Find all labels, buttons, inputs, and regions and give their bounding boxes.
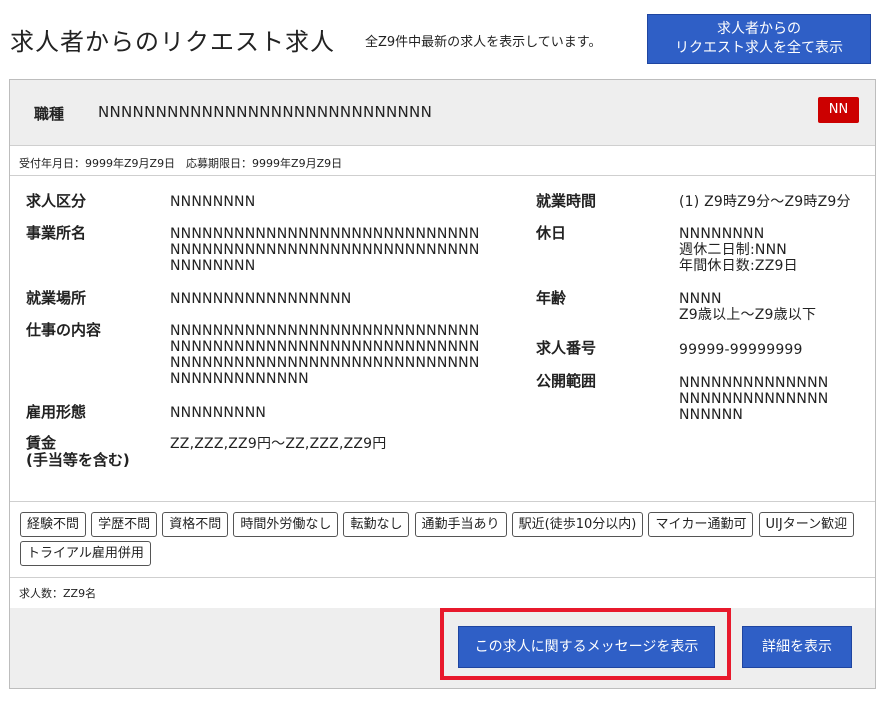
job-card: 職種 NNNNNNNNNNNNNNNNNNNNNNNNNNNNN NN 受付年月… <box>9 79 876 689</box>
occupation-label: 職種 <box>34 105 65 123</box>
feature-tags: 経験不問 学歴不問 資格不問 時間外労働なし 転勤なし 通勤手当あり 駅近(徒歩… <box>20 512 865 570</box>
show-messages-button[interactable]: この求人に関するメッセージを表示 <box>458 626 715 668</box>
office-label: 事業所名 <box>26 224 87 242</box>
workplace-label: 就業場所 <box>26 289 87 307</box>
divider <box>10 577 875 578</box>
tag: 学歴不問 <box>91 512 158 537</box>
tag: 資格不問 <box>162 512 229 537</box>
card-footer: この求人に関するメッセージを表示 詳細を表示 <box>10 608 875 688</box>
work-hours-value: (1) Z9時Z9分～Z9時Z9分 <box>679 194 851 210</box>
show-all-line1: 求人者からの <box>717 21 801 37</box>
work-hours-label: 就業時間 <box>536 192 597 210</box>
holiday-value: NNNNNNNN 週休二日制:NNN 年間休日数:ZZ9日 <box>679 226 798 274</box>
show-all-requests-button[interactable]: 求人者からの リクエスト求人を全て表示 <box>647 14 871 64</box>
tag: トライアル雇用併用 <box>20 541 151 566</box>
wage-label: 賃金 (手当等を含む) <box>26 435 130 469</box>
workplace-value: NNNNNNNNNNNNNNNNN <box>170 291 352 307</box>
job-number-value: 99999-99999999 <box>679 342 803 358</box>
page-title: 求人者からのリクエスト求人 <box>10 28 335 56</box>
job-content-value: NNNNNNNNNNNNNNNNNNNNNNNNNNNNN NNNNNNNNNN… <box>170 323 480 387</box>
employment-type-value: NNNNNNNNN <box>170 405 267 421</box>
applicant-count: 求人数：ZZ9名 <box>19 587 97 600</box>
tag: 経験不問 <box>20 512 87 537</box>
publish-scope-value: NNNNNNNNNNNNNN NNNNNNNNNNNNNN NNNNNN <box>679 375 829 423</box>
tag: 転勤なし <box>343 512 410 537</box>
age-label: 年齢 <box>536 289 567 307</box>
tag: 時間外労働なし <box>233 512 339 537</box>
wage-label-main: 賃金 <box>26 434 57 452</box>
age-value: NNNN Z9歳以上～Z9歳以下 <box>679 291 817 323</box>
tag: 駅近(徒歩10分以内) <box>511 512 644 537</box>
category-value: NNNNNNNN <box>170 194 256 210</box>
wage-label-note: (手当等を含む) <box>26 451 130 469</box>
divider <box>10 501 875 502</box>
holiday-label: 休日 <box>536 224 567 242</box>
page-header: 求人者からのリクエスト求人 全Z9件中最新の求人を表示しています。 求人者からの… <box>0 0 892 76</box>
show-all-line2: リクエスト求人を全て表示 <box>675 40 843 56</box>
wage-value: ZZ,ZZZ,ZZ9円～ZZ,ZZZ,ZZ9円 <box>170 436 387 452</box>
job-number-label: 求人番号 <box>536 339 597 357</box>
job-dates: 受付年月日：9999年Z9月Z9日 応募期限日：9999年Z9月Z9日 <box>10 146 875 176</box>
tag: 通勤手当あり <box>414 512 507 537</box>
status-badge: NN <box>818 97 859 123</box>
office-value: NNNNNNNNNNNNNNNNNNNNNNNNNNNNN NNNNNNNNNN… <box>170 226 480 274</box>
category-label: 求人区分 <box>26 192 87 210</box>
tag: マイカー通勤可 <box>648 512 754 537</box>
page-subtitle: 全Z9件中最新の求人を表示しています。 <box>365 35 602 50</box>
show-details-button[interactable]: 詳細を表示 <box>742 626 852 668</box>
tag: UIJターン歓迎 <box>758 512 855 537</box>
occupation-value: NNNNNNNNNNNNNNNNNNNNNNNNNNNNN <box>98 103 433 121</box>
publish-scope-label: 公開範囲 <box>536 372 597 390</box>
job-card-header: 職種 NNNNNNNNNNNNNNNNNNNNNNNNNNNNN NN <box>10 80 875 146</box>
job-content-label: 仕事の内容 <box>26 321 102 339</box>
employment-type-label: 雇用形態 <box>26 403 87 421</box>
